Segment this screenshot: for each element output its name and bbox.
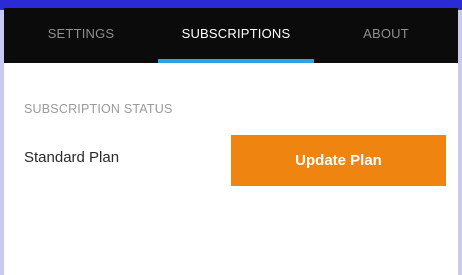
tab-settings-label: SETTINGS xyxy=(47,26,115,41)
current-plan-name: Standard Plan xyxy=(24,149,120,166)
window-frame: SETTINGS SUBSCRIPTIONS ABOUT SUBSCRIPTIO… xyxy=(0,0,462,275)
tab-bar: SETTINGS SUBSCRIPTIONS ABOUT xyxy=(4,8,458,63)
tab-about[interactable]: ABOUT xyxy=(314,8,458,63)
update-plan-button[interactable]: Update Plan xyxy=(231,135,446,186)
tab-settings[interactable]: SETTINGS xyxy=(4,8,158,63)
tab-about-label: ABOUT xyxy=(363,26,409,41)
tab-subscriptions[interactable]: SUBSCRIPTIONS xyxy=(158,8,314,63)
subscription-panel: SETTINGS SUBSCRIPTIONS ABOUT SUBSCRIPTIO… xyxy=(4,8,458,275)
subscription-status-heading: SUBSCRIPTION STATUS xyxy=(24,102,173,116)
tab-subscriptions-label: SUBSCRIPTIONS xyxy=(181,26,291,41)
active-tab-indicator xyxy=(158,59,314,63)
